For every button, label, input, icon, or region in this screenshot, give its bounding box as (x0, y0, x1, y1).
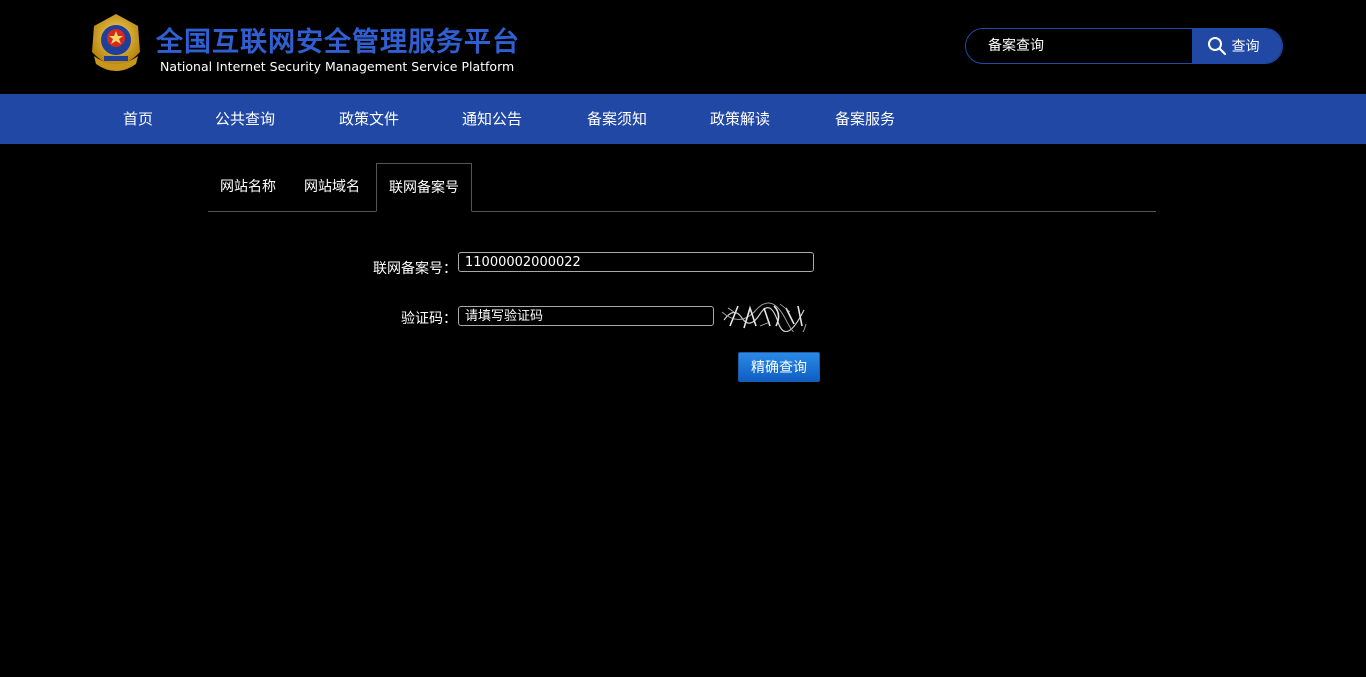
captcha-label: 验证码： (401, 311, 457, 327)
tab-site-domain[interactable]: 网站域名 (304, 163, 360, 212)
query-tabs: 网站名称 网站域名 联网备案号 (208, 163, 1156, 212)
search-button[interactable]: 查询 (1192, 29, 1282, 63)
nav-item-public-query[interactable]: 公共查询 (215, 94, 275, 144)
nav-item-filing-service[interactable]: 备案服务 (835, 94, 895, 144)
header-search: 查询 (965, 28, 1283, 64)
nav-item-home[interactable]: 首页 (123, 94, 153, 144)
police-emblem-icon (92, 14, 140, 71)
record-number-label: 联网备案号： (373, 261, 457, 277)
main-nav: 首页 公共查询 政策文件 通知公告 备案须知 政策解读 备案服务 (0, 94, 1366, 144)
nav-item-policy-interpretation[interactable]: 政策解读 (710, 94, 770, 144)
nav-item-policy-files[interactable]: 政策文件 (339, 94, 399, 144)
search-input[interactable] (966, 29, 1192, 63)
search-button-label: 查询 (1231, 39, 1260, 55)
tab-site-name[interactable]: 网站名称 (220, 163, 276, 212)
site-header: 全国互联网安全管理服务平台 National Internet Security… (0, 0, 1366, 94)
captcha-input[interactable] (458, 306, 714, 326)
nav-item-filing-notes[interactable]: 备案须知 (587, 94, 647, 144)
site-title: 全国互联网安全管理服务平台 (156, 27, 520, 58)
tab-record-number[interactable]: 联网备案号 (376, 163, 472, 212)
nav-item-notices[interactable]: 通知公告 (462, 94, 522, 144)
exact-query-button[interactable]: 精确查询 (738, 352, 820, 382)
search-icon (1207, 37, 1226, 56)
site-subtitle: National Internet Security Management Se… (160, 59, 515, 74)
record-number-input[interactable] (458, 252, 814, 272)
captcha-image[interactable] (720, 300, 808, 332)
